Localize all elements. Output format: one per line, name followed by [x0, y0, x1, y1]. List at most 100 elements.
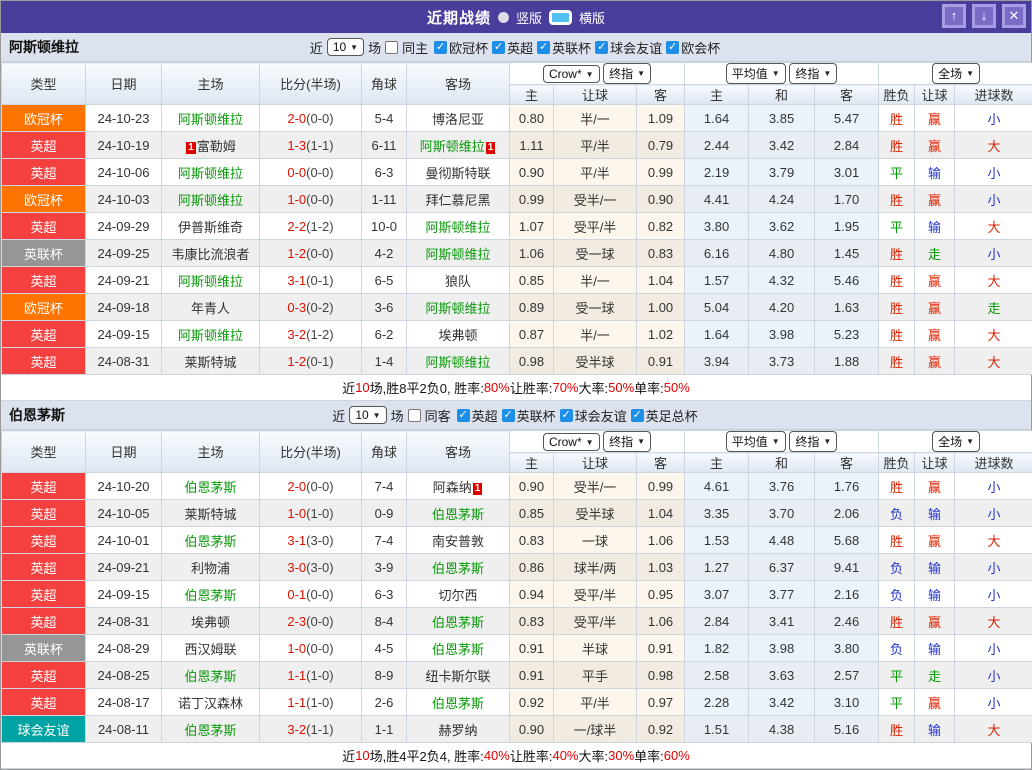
horizontal-layout-radio[interactable]: [549, 10, 572, 25]
sub-goals: 进球数: [955, 453, 1032, 473]
results-table-villa: 类型 日期 主场 比分(半场) 角球 客场 Crow*▼ 终指▼ 平均值▼ 终指…: [1, 62, 1032, 375]
away-team-cell: 伯恩茅斯: [407, 608, 510, 635]
halftime-score: (1-0): [306, 668, 333, 683]
result-cell: 胜: [879, 348, 915, 375]
team-label: 伯恩茅斯: [432, 696, 484, 711]
handicap-odds-cell: 半/一: [554, 267, 637, 294]
score-cell: 1-0(0-0): [260, 186, 362, 213]
halftime-score: (0-0): [306, 479, 333, 494]
match-row: 英超24-10-01伯恩茅斯3-1(3-0)7-4南安普敦0.83一球1.061…: [2, 527, 1032, 554]
average-odds-cell: 6.37: [749, 554, 815, 581]
chevron-down-icon: ▼: [586, 70, 594, 79]
corner-cell: 7-4: [362, 527, 407, 554]
match-row: 英超24-10-20伯恩茅斯2-0(0-0)7-4阿森纳10.90受半/一0.9…: [2, 473, 1032, 500]
away-team-cell: 埃弗顿: [407, 321, 510, 348]
league-checkbox[interactable]: ✓: [666, 41, 679, 54]
move-up-icon[interactable]: ↑: [942, 4, 966, 28]
average-odds-cell: 1.45: [815, 240, 879, 267]
average-odds-cell: 2.16: [815, 581, 879, 608]
team-label: 伯恩茅斯: [432, 561, 484, 576]
score-cell: 3-2(1-1): [260, 716, 362, 743]
handicap-odds-cell: 0.91: [510, 662, 554, 689]
result-cell: 大: [955, 348, 1032, 375]
fulltime-score: 1-0: [287, 192, 306, 207]
league-checkbox[interactable]: ✓: [537, 41, 550, 54]
league-checkbox[interactable]: ✓: [457, 409, 470, 422]
horizontal-layout-label: 横版: [579, 8, 605, 27]
average-select[interactable]: 平均值▼: [726, 63, 786, 84]
away-team-cell: 伯恩茅斯: [407, 500, 510, 527]
match-row: 欧冠杯24-10-03阿斯顿维拉1-0(0-0)1-11拜仁慕尼黑0.99受半/…: [2, 186, 1032, 213]
match-count-select[interactable]: 10▼: [327, 38, 364, 56]
final-index-select[interactable]: 终指▼: [603, 63, 651, 84]
league-badge: 英超: [2, 608, 86, 635]
final-index-select[interactable]: 终指▼: [603, 431, 651, 452]
bookmaker-select[interactable]: Crow*▼: [543, 65, 600, 83]
result-cell: 胜: [879, 608, 915, 635]
match-row: 英联杯24-08-29西汉姆联1-0(0-0)4-5伯恩茅斯0.91半球0.91…: [2, 635, 1032, 662]
team-label: 阿斯顿维拉: [178, 166, 243, 181]
average-odds-cell: 4.41: [685, 186, 749, 213]
handicap-odds-cell: 1.04: [637, 500, 685, 527]
bookmaker-select[interactable]: Crow*▼: [543, 433, 600, 451]
stats-summary-villa: 近10场,胜8平2负0, 胜率:80% 让胜率:70% 大率:50% 单率:50…: [1, 375, 1031, 401]
handicap-odds-cell: 受一球: [554, 240, 637, 267]
handicap-odds-cell: 0.83: [510, 608, 554, 635]
stats-summary-bournemouth: 近10场,胜4平2负4, 胜率:40% 让胜率:40% 大率:30% 单率:60…: [1, 743, 1031, 769]
team-label: 阿斯顿维拉: [178, 112, 243, 127]
team-label: 伯恩茅斯: [432, 507, 484, 522]
full-match-select[interactable]: 全场▼: [932, 431, 980, 452]
league-checkbox[interactable]: ✓: [595, 41, 608, 54]
league-checkbox[interactable]: ✓: [560, 409, 573, 422]
league-checkbox[interactable]: ✓: [502, 409, 515, 422]
away-team-cell: 伯恩茅斯: [407, 689, 510, 716]
close-icon[interactable]: ✕: [1002, 4, 1026, 28]
team-label: 阿斯顿维拉: [178, 193, 243, 208]
vertical-layout-radio[interactable]: [498, 12, 509, 23]
league-checkbox[interactable]: ✓: [631, 409, 644, 422]
league-badge: 欧冠杯: [2, 105, 86, 132]
move-down-icon[interactable]: ↓: [972, 4, 996, 28]
final-index-select-2[interactable]: 终指▼: [789, 431, 837, 452]
result-cell: 大: [955, 213, 1032, 240]
result-cell: 输: [915, 635, 955, 662]
average-select[interactable]: 平均值▼: [726, 431, 786, 452]
match-count-select[interactable]: 10▼: [349, 406, 386, 424]
corner-cell: 4-5: [362, 635, 407, 662]
fulltime-score: 3-1: [287, 273, 306, 288]
average-odds-cell: 3.41: [749, 608, 815, 635]
handicap-odds-cell: 0.92: [510, 689, 554, 716]
home-team-cell: 伊普斯维奇: [162, 213, 260, 240]
team-label: 伯恩茅斯: [184, 534, 236, 549]
match-row: 英联杯24-09-25韦康比流浪者1-2(0-0)4-2阿斯顿维拉1.06受一球…: [2, 240, 1032, 267]
result-cell: 胜: [879, 267, 915, 294]
result-cell: 小: [955, 662, 1032, 689]
team-label: 阿斯顿维拉: [420, 139, 485, 154]
team-label: 阿斯顿维拉: [178, 274, 243, 289]
halftime-score: (1-1): [306, 138, 333, 153]
date-cell: 24-10-06: [86, 159, 162, 186]
same-away-checkbox[interactable]: [408, 409, 421, 422]
team-label: 阿斯顿维拉: [425, 301, 490, 316]
team-label: 莱斯特城: [184, 507, 236, 522]
handicap-odds-cell: 受平/半: [554, 581, 637, 608]
handicap-odds-cell: 1.06: [510, 240, 554, 267]
league-checkbox[interactable]: ✓: [492, 41, 505, 54]
red-card-badge: 1: [186, 142, 196, 154]
home-team-cell: 年青人: [162, 294, 260, 321]
handicap-odds-cell: 0.99: [637, 159, 685, 186]
final-index-select-2[interactable]: 终指▼: [789, 63, 837, 84]
away-team-cell: 伯恩茅斯: [407, 554, 510, 581]
sub-home: 主: [510, 453, 554, 473]
filters-bournemouth: 近 10▼ 场 同客 ✓英超✓英联杯✓球会友谊✓英足总杯: [332, 406, 699, 425]
same-home-checkbox[interactable]: [385, 41, 398, 54]
halftime-score: (0-0): [306, 587, 333, 602]
team-label: 伯恩茅斯: [184, 588, 236, 603]
col-type: 类型: [2, 63, 86, 105]
result-cell: 小: [955, 186, 1032, 213]
date-cell: 24-09-18: [86, 294, 162, 321]
result-cell: 小: [955, 105, 1032, 132]
league-checkbox[interactable]: ✓: [434, 41, 447, 54]
full-match-select[interactable]: 全场▼: [932, 63, 980, 84]
date-cell: 24-10-03: [86, 186, 162, 213]
